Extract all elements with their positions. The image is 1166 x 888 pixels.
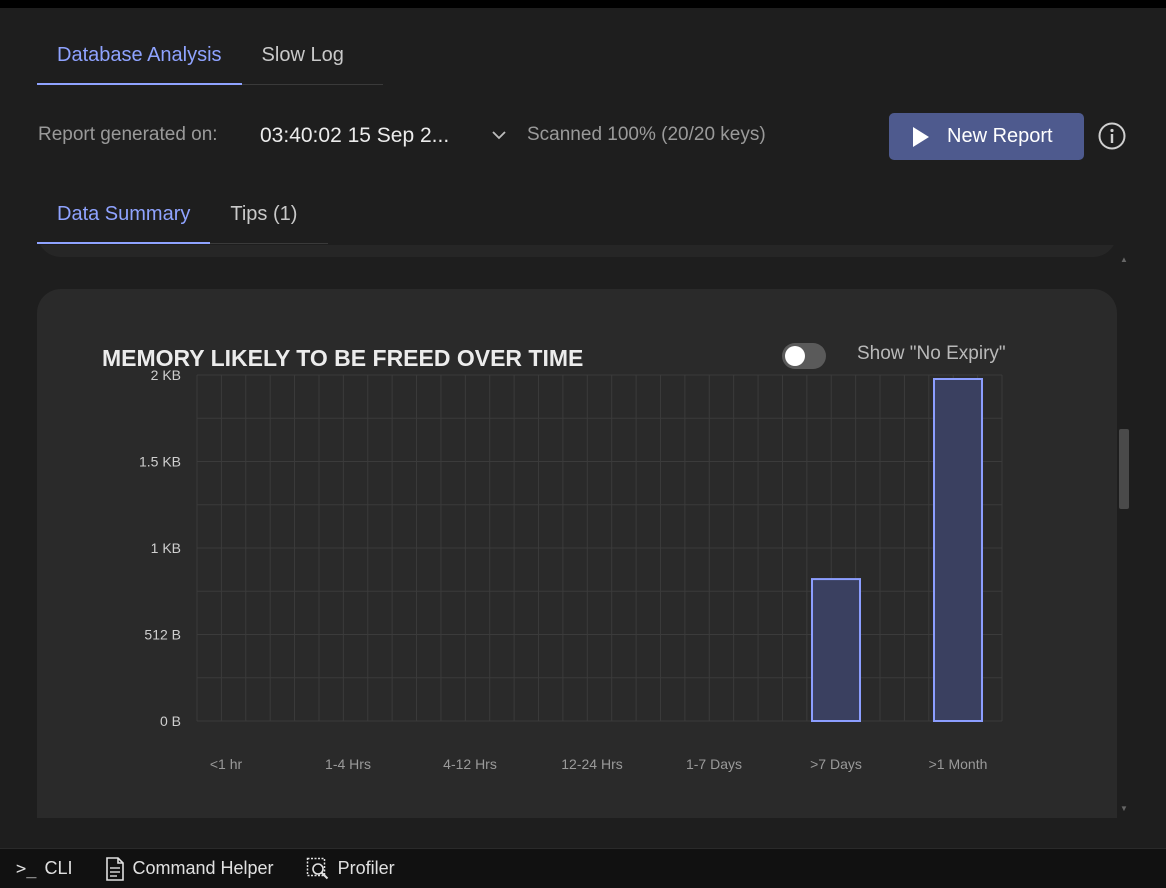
y-tick-label: 2 KB [151,367,181,383]
terminal-icon: >_ [16,858,37,879]
summary-scroll-area: MEMORY LIKELY TO BE FREED OVER TIME Show… [0,245,1166,818]
report-generated-label: Report generated on: [38,124,218,145]
bottom-toolbar: >_ CLI Command Helper Profiler [0,848,1166,888]
x-tick-label: >1 Month [929,756,988,772]
report-toolbar: Report generated on: 03:40:02 15 Sep 2..… [38,112,1128,160]
new-report-label: New Report [947,125,1053,147]
analysis-sub-tabs: Data Summary Tips (1) [37,196,328,244]
main-tabs: Database Analysis Slow Log [37,37,383,85]
tab-database-analysis[interactable]: Database Analysis [37,37,242,85]
command-helper-button[interactable]: Command Helper [105,856,274,881]
profiler-label: Profiler [337,858,395,878]
y-tick-label: 512 B [144,627,181,643]
y-tick-label: 0 B [160,713,181,729]
bar [933,378,983,722]
scroll-up-arrow[interactable]: ▲ [1120,255,1128,264]
y-tick-label: 1.5 KB [139,454,181,470]
previous-card-edge [37,245,1117,257]
chevron-down-icon[interactable] [490,126,508,144]
bar [811,578,861,722]
x-tick-label: 4-12 Hrs [443,756,497,772]
scanned-status: Scanned 100% (20/20 keys) [527,124,766,145]
y-tick-label: 1 KB [151,540,181,556]
memory-freed-card: MEMORY LIKELY TO BE FREED OVER TIME Show… [37,289,1117,818]
profiler-icon [306,857,328,879]
document-icon [105,856,124,881]
new-report-button[interactable]: New Report [889,113,1084,160]
tab-slow-log[interactable]: Slow Log [242,37,364,85]
report-date-select[interactable]: 03:40:02 15 Sep 2... [260,124,449,148]
tab-tips[interactable]: Tips (1) [210,196,317,244]
x-tick-label: 1-7 Days [686,756,742,772]
cli-label: CLI [44,858,73,878]
info-icon[interactable] [1097,121,1127,151]
memory-freed-chart: 0 B 512 B 1 KB 1.5 KB 2 KB <1 hr 1-4 Hrs 4-12 H… [139,367,1003,772]
profiler-button[interactable]: Profiler [306,857,395,881]
x-tick-label: >7 Days [810,756,862,772]
x-tick-label: <1 hr [210,756,243,772]
scroll-down-arrow[interactable]: ▼ [1120,804,1128,813]
x-tick-label: 1-4 Hrs [325,756,371,772]
x-tick-label: 12-24 Hrs [561,756,622,772]
tab-data-summary[interactable]: Data Summary [37,196,211,244]
scrollbar-thumb[interactable] [1119,429,1129,509]
window-top-border [0,0,1166,8]
cli-button[interactable]: >_ CLI [16,858,73,879]
play-icon [913,126,929,147]
command-helper-label: Command Helper [132,858,274,878]
